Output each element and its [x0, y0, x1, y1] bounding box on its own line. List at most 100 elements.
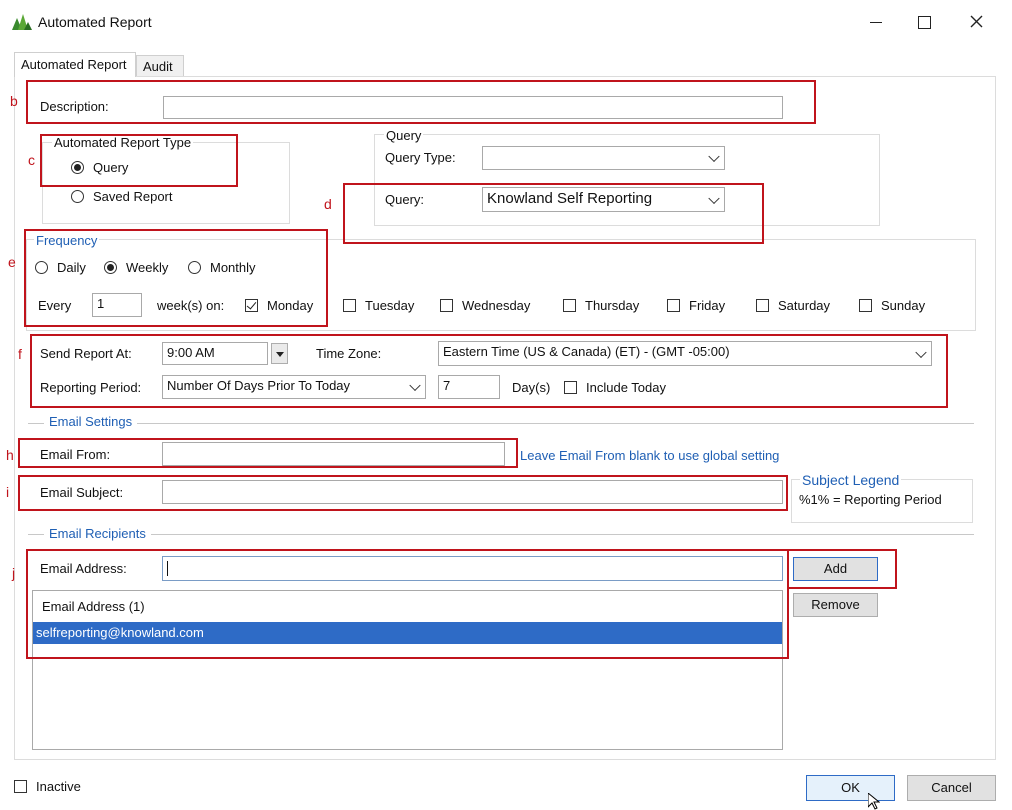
remove-button[interactable]: Remove	[793, 593, 878, 617]
query-select[interactable]: Knowland Self Reporting	[482, 187, 725, 212]
email-address-label: Email Address:	[40, 561, 127, 576]
day-sunday-checkbox[interactable]	[859, 299, 872, 312]
report-type-query-radio[interactable]	[71, 161, 84, 174]
send-report-label: Send Report At:	[40, 346, 132, 361]
annotation-label-j: j	[12, 565, 16, 581]
day-tuesday-checkbox[interactable]	[343, 299, 356, 312]
timezone-select[interactable]: Eastern Time (US & Canada) (ET) - (GMT -…	[438, 341, 932, 366]
description-input[interactable]	[163, 96, 783, 119]
day-wednesday-checkbox[interactable]	[440, 299, 453, 312]
recipients-list-header[interactable]: Email Address (1)	[33, 591, 782, 621]
day-wednesday-label: Wednesday	[462, 298, 531, 313]
day-saturday-label: Saturday	[778, 298, 831, 313]
query-value: Knowland Self Reporting	[487, 190, 653, 207]
list-item-email: selfreporting@knowland.com	[36, 625, 204, 640]
day-sunday-label: Sunday	[881, 298, 926, 313]
description-label: Description:	[40, 99, 109, 114]
annotation-label-c: c	[28, 152, 35, 168]
minimize-icon	[870, 22, 882, 23]
reporting-period-value: Number Of Days Prior To Today	[167, 378, 351, 393]
frequency-monthly-label: Monthly	[210, 260, 256, 275]
report-type-saved-radio[interactable]	[71, 190, 84, 203]
inactive-checkbox[interactable]	[14, 780, 27, 793]
timezone-value: Eastern Time (US & Canada) (ET) - (GMT -…	[443, 344, 730, 359]
recipients-list-header-label: Email Address (1)	[42, 599, 145, 614]
email-subject-input[interactable]	[162, 480, 783, 504]
query-type-select[interactable]	[482, 146, 725, 170]
frequency-daily-radio[interactable]	[35, 261, 48, 274]
report-type-saved-label: Saved Report	[93, 189, 173, 204]
day-tuesday-label: Tuesday	[365, 298, 415, 313]
tab-audit[interactable]: Audit	[136, 55, 184, 77]
every-input[interactable]: 1	[92, 293, 142, 317]
email-recipients-title: Email Recipients	[44, 526, 151, 541]
annotation-label-e: e	[8, 254, 16, 270]
weeks-label: week(s) on:	[157, 298, 225, 313]
annotation-label-i: i	[6, 484, 10, 500]
email-recipients-separator	[28, 534, 974, 535]
email-from-label: Email From:	[40, 447, 111, 462]
caret-down-icon	[276, 352, 284, 357]
annotation-label-f: f	[18, 346, 22, 362]
query-type-label: Query Type:	[385, 150, 456, 165]
frequency-daily-label: Daily	[57, 260, 86, 275]
subject-legend-title: Subject Legend	[800, 472, 902, 488]
app-logo-icon	[12, 14, 32, 30]
tab-audit-label: Audit	[143, 59, 173, 74]
frequency-weekly-label: Weekly	[126, 260, 169, 275]
ok-button[interactable]: OK	[806, 775, 895, 801]
add-button[interactable]: Add	[793, 557, 878, 581]
frequency-weekly-radio[interactable]	[104, 261, 117, 274]
timezone-label: Time Zone:	[316, 346, 382, 361]
maximize-button[interactable]	[904, 8, 944, 36]
day-friday-label: Friday	[689, 298, 726, 313]
chevron-down-icon	[708, 192, 720, 204]
frequency-title: Frequency	[34, 233, 100, 248]
every-label: Every	[38, 298, 72, 313]
title-bar: Automated Report	[0, 0, 1012, 44]
report-type-query-label: Query	[93, 160, 129, 175]
email-from-input[interactable]	[162, 442, 505, 466]
close-icon	[970, 15, 983, 28]
query-group-title: Query	[384, 128, 424, 143]
window-title: Automated Report	[38, 14, 152, 30]
day-friday-checkbox[interactable]	[667, 299, 680, 312]
email-settings-title: Email Settings	[44, 414, 138, 429]
day-monday-label: Monday	[267, 298, 314, 313]
annotation-label-b: b	[10, 93, 18, 109]
reporting-period-select[interactable]: Number Of Days Prior To Today	[162, 375, 426, 399]
day-thursday-checkbox[interactable]	[563, 299, 576, 312]
subject-legend-text: %1% = Reporting Period	[799, 492, 942, 507]
period-days-input[interactable]: 7	[438, 375, 500, 399]
tab-automated-report-label: Automated Report	[21, 57, 127, 72]
text-caret	[167, 561, 168, 576]
days-label: Day(s)	[512, 380, 551, 395]
maximize-icon	[918, 16, 931, 29]
cancel-button[interactable]: Cancel	[907, 775, 996, 801]
chevron-down-icon	[708, 150, 720, 163]
tab-automated-report[interactable]: Automated Report	[14, 52, 136, 77]
list-item[interactable]: selfreporting@knowland.com	[33, 622, 782, 644]
day-saturday-checkbox[interactable]	[756, 299, 769, 312]
email-from-hint: Leave Email From blank to use global set…	[520, 448, 780, 463]
mouse-cursor-icon	[868, 793, 880, 810]
annotation-label-h: h	[6, 447, 14, 463]
report-type-group	[42, 142, 290, 224]
send-time-dropdown-button[interactable]	[271, 343, 288, 364]
email-settings-separator	[28, 423, 974, 424]
annotation-label-d: d	[324, 196, 332, 212]
frequency-monthly-radio[interactable]	[188, 261, 201, 274]
recipients-list[interactable]: Email Address (1) selfreporting@knowland…	[32, 590, 783, 750]
day-monday-checkbox[interactable]	[245, 299, 258, 312]
inactive-label: Inactive	[36, 779, 81, 794]
close-button[interactable]	[956, 8, 996, 36]
report-type-title: Automated Report Type	[52, 135, 194, 150]
reporting-period-label: Reporting Period:	[40, 380, 142, 395]
minimize-button[interactable]	[856, 8, 896, 36]
email-subject-label: Email Subject:	[40, 485, 124, 500]
send-time-input[interactable]: 9:00 AM	[162, 342, 268, 365]
include-today-checkbox[interactable]	[564, 381, 577, 394]
email-address-input[interactable]	[162, 556, 783, 581]
chevron-down-icon	[409, 379, 421, 392]
chevron-down-icon	[915, 346, 927, 358]
